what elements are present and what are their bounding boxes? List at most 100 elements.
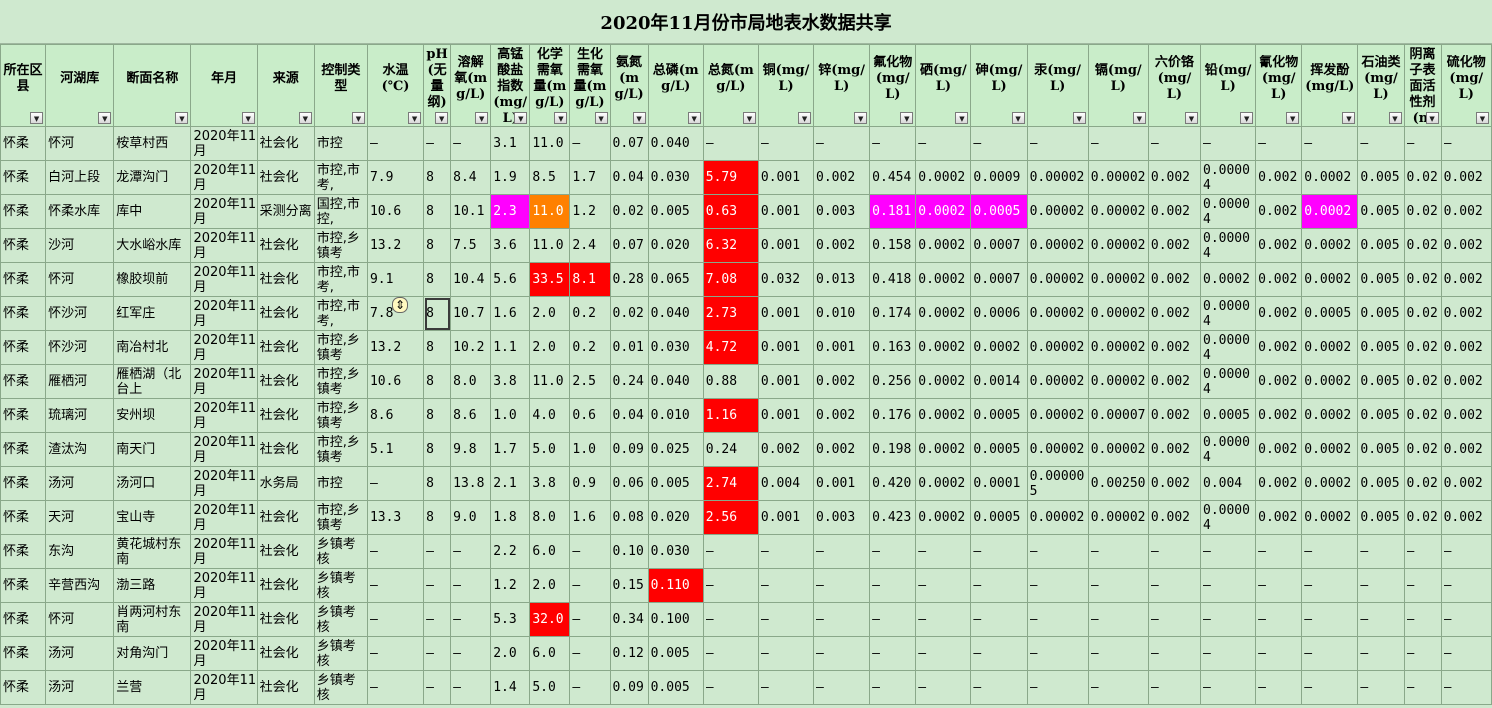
table-cell[interactable]: 0.420 — [869, 466, 917, 501]
table-cell[interactable]: 怀柔 — [0, 466, 47, 501]
table-cell[interactable]: – — [1087, 602, 1149, 637]
table-cell[interactable]: 0.002 — [1255, 160, 1303, 195]
table-cell[interactable]: 1.16 — [702, 398, 759, 433]
table-cell[interactable]: 0.174 — [869, 296, 917, 331]
table-cell[interactable]: 0.002 — [1147, 194, 1202, 229]
table-cell[interactable]: 0.00002 — [1026, 228, 1089, 263]
table-cell[interactable]: 0.002 — [813, 432, 871, 467]
table-cell[interactable]: 0.00002 — [1087, 160, 1149, 195]
table-cell[interactable]: – — [1026, 126, 1089, 161]
table-cell[interactable]: 2020年11月 — [190, 466, 258, 501]
table-cell[interactable]: 0.040 — [647, 364, 704, 399]
table-cell[interactable]: 0.002 — [813, 398, 871, 433]
table-cell[interactable]: 0.02 — [609, 296, 649, 331]
table-cell[interactable]: 怀柔 — [0, 364, 47, 399]
table-cell[interactable]: 2020年11月 — [190, 262, 258, 297]
table-cell[interactable]: 3.6 — [490, 228, 531, 263]
table-cell[interactable]: 1.7 — [490, 432, 531, 467]
table-cell[interactable]: 怀柔 — [0, 602, 47, 637]
table-cell[interactable]: 0.0002 — [1301, 160, 1359, 195]
table-cell[interactable]: 0.0009 — [970, 160, 1028, 195]
table-cell[interactable]: 6.0 — [529, 636, 571, 671]
table-cell[interactable]: 0.001 — [757, 160, 815, 195]
table-cell[interactable]: – — [1403, 602, 1442, 637]
table-cell[interactable]: 8.6 — [366, 398, 425, 433]
table-cell[interactable]: 0.002 — [1255, 500, 1303, 535]
table-cell[interactable]: 10.7 — [450, 296, 492, 331]
table-cell[interactable]: 0.00002 — [1087, 228, 1149, 263]
table-cell[interactable]: – — [569, 602, 611, 637]
table-cell[interactable]: – — [1403, 534, 1442, 569]
table-cell[interactable]: 2020年11月 — [190, 126, 258, 161]
table-cell[interactable]: 0.02 — [1403, 160, 1442, 195]
table-cell[interactable]: 0.00002 — [1026, 432, 1089, 467]
table-cell[interactable]: 汤河 — [45, 670, 115, 705]
table-cell[interactable]: 汤河 — [45, 466, 115, 501]
table-cell[interactable]: 社会化 — [256, 228, 315, 263]
table-cell[interactable]: 0.00002 — [1087, 500, 1149, 535]
table-cell[interactable]: 0.005 — [1357, 466, 1405, 501]
table-cell[interactable]: – — [423, 568, 452, 603]
table-cell[interactable]: 0.24 — [702, 432, 759, 467]
table-cell[interactable]: 0.002 — [1440, 432, 1492, 467]
table-cell[interactable]: 0.030 — [647, 330, 704, 365]
table-cell[interactable]: 2020年11月 — [190, 670, 258, 705]
table-cell[interactable]: 0.002 — [813, 160, 871, 195]
table-cell[interactable]: – — [1147, 636, 1202, 671]
table-cell[interactable]: 0.00004 — [1199, 432, 1257, 467]
table-cell[interactable]: 0.002 — [1147, 330, 1202, 365]
table-cell[interactable]: – — [1147, 602, 1202, 637]
table-cell[interactable]: 2.73 — [702, 296, 759, 331]
table-cell[interactable]: 0.0002 — [915, 194, 972, 229]
table-cell[interactable]: 0.00002 — [1087, 330, 1149, 365]
table-cell[interactable]: – — [1199, 534, 1257, 569]
table-cell[interactable]: – — [757, 568, 815, 603]
table-cell[interactable]: 宝山寺 — [113, 500, 192, 535]
table-cell[interactable]: 0.02 — [1403, 228, 1442, 263]
table-cell[interactable]: – — [702, 126, 759, 161]
table-cell[interactable]: – — [1255, 568, 1303, 603]
table-cell[interactable]: 0.002 — [1255, 262, 1303, 297]
table-cell[interactable]: 1.0 — [569, 432, 611, 467]
table-cell[interactable]: 8.0 — [450, 364, 492, 399]
table-cell[interactable]: 0.003 — [813, 194, 871, 229]
table-cell[interactable]: 市控,市考, — [313, 160, 368, 195]
table-cell[interactable]: 龙潭沟门 — [113, 160, 192, 195]
table-cell[interactable]: 0.6 — [569, 398, 611, 433]
table-cell[interactable]: 0.0001 — [970, 466, 1028, 501]
table-cell[interactable]: 0.005 — [647, 466, 704, 501]
table-cell[interactable]: 0.0002 — [915, 296, 972, 331]
table-cell[interactable]: 3.8 — [490, 364, 531, 399]
table-cell[interactable]: 2.1 — [490, 466, 531, 501]
table-cell[interactable]: – — [423, 670, 452, 705]
table-cell[interactable]: – — [423, 636, 452, 671]
table-cell[interactable]: 1.2 — [569, 194, 611, 229]
table-cell[interactable]: 0.0005 — [970, 398, 1028, 433]
table-cell[interactable]: 怀河 — [45, 126, 115, 161]
table-cell[interactable]: 怀柔 — [0, 500, 47, 535]
table-cell[interactable]: 0.0007 — [970, 262, 1028, 297]
table-cell[interactable]: 0.001 — [813, 466, 871, 501]
table-cell[interactable]: 0.04 — [609, 160, 649, 195]
table-cell[interactable]: 0.001 — [757, 364, 815, 399]
table-cell[interactable]: – — [1440, 534, 1492, 569]
table-cell[interactable]: 1.2 — [490, 568, 531, 603]
table-cell[interactable]: – — [366, 126, 425, 161]
table-cell[interactable]: 0.002 — [1255, 194, 1303, 229]
table-cell[interactable]: 0.28 — [609, 262, 649, 297]
filter-dropdown-button[interactable]: ▼ — [514, 112, 528, 124]
table-cell[interactable]: 1.7 — [569, 160, 611, 195]
table-cell[interactable]: 0.0005 — [970, 432, 1028, 467]
table-cell[interactable]: 0.0002 — [1301, 194, 1359, 229]
table-cell[interactable]: 0.002 — [1440, 500, 1492, 535]
table-cell[interactable]: – — [1440, 670, 1492, 705]
filter-dropdown-button[interactable]: ▼ — [1425, 112, 1439, 124]
table-cell[interactable]: 0.07 — [609, 126, 649, 161]
table-cell[interactable]: – — [757, 602, 815, 637]
table-cell[interactable]: 0.423 — [869, 500, 917, 535]
table-cell[interactable]: 2.0 — [529, 568, 571, 603]
table-cell[interactable]: – — [915, 602, 972, 637]
table-cell[interactable]: – — [1255, 670, 1303, 705]
table-cell[interactable]: 0.002 — [1255, 466, 1303, 501]
table-cell[interactable]: 琉璃河 — [45, 398, 115, 433]
